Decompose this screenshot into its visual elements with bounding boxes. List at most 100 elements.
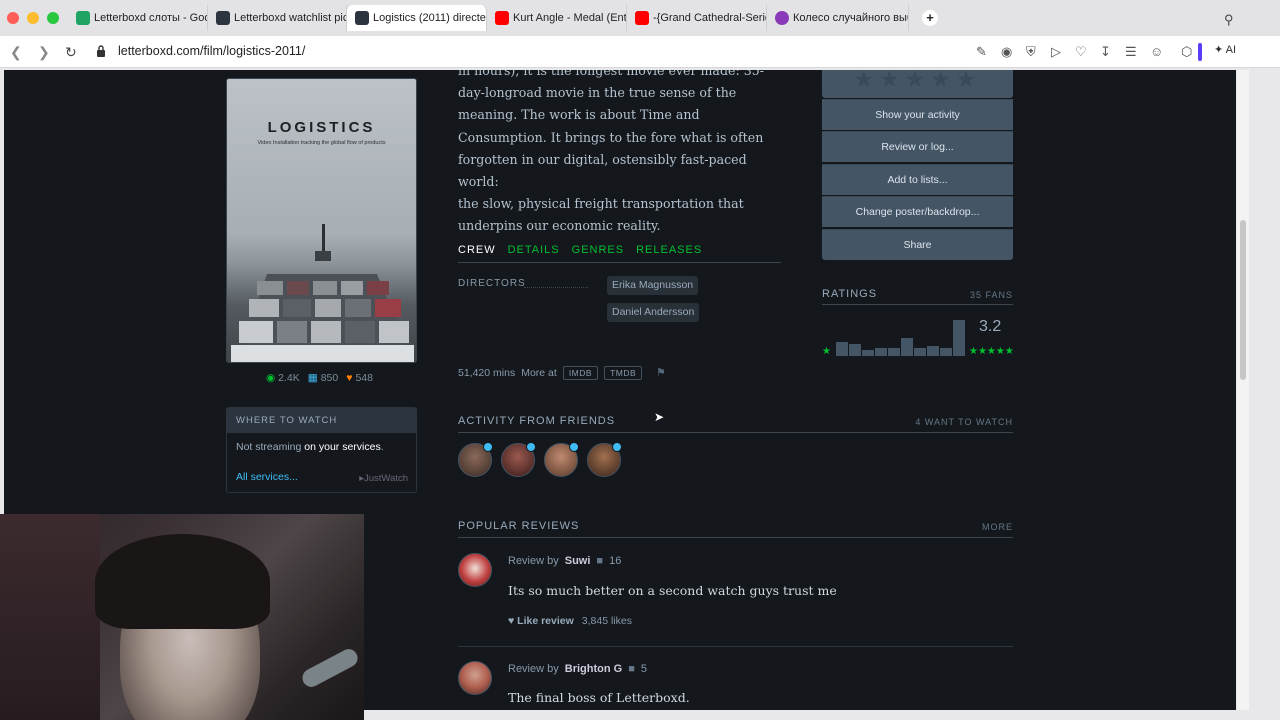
- shield-icon[interactable]: ⛨: [1026, 44, 1036, 60]
- ratings-title: RATINGS: [822, 288, 878, 300]
- review-text[interactable]: Its so much better on a second watch guy…: [508, 583, 837, 598]
- show-activity-button[interactable]: Show your activity: [822, 99, 1013, 130]
- review-divider: [458, 646, 1013, 647]
- rating-stars-input[interactable]: ★★★★★: [822, 70, 1013, 98]
- maximize-window-button[interactable]: [47, 12, 59, 24]
- review-text[interactable]: The final boss of Letterboxd.: [508, 690, 690, 705]
- more-reviews-link[interactable]: MORE: [982, 522, 1013, 532]
- add-to-lists-button[interactable]: Add to lists...: [822, 164, 1013, 195]
- film-poster[interactable]: LOGISTICS Video Installation tracking th…: [226, 78, 417, 363]
- friend-avatar[interactable]: [544, 442, 579, 477]
- comment-icon[interactable]: ■: [628, 663, 635, 675]
- page-scrollbar[interactable]: [1237, 70, 1249, 710]
- histogram-bar[interactable]: [875, 348, 887, 356]
- forward-icon[interactable]: ❯: [38, 44, 50, 61]
- review-by-label: Review by: [508, 663, 559, 675]
- letterboxd-icon: [355, 11, 369, 25]
- average-rating[interactable]: 3.2: [979, 318, 1001, 336]
- histogram-bar[interactable]: [927, 346, 939, 356]
- lists-count[interactable]: ▦ 850: [308, 372, 338, 384]
- scrollbar-thumb[interactable]: [1240, 220, 1246, 380]
- histogram-bar[interactable]: [953, 320, 965, 356]
- back-icon[interactable]: ❮: [10, 44, 22, 61]
- review-meta: Review by Brighton G ■ 5: [508, 663, 647, 675]
- browser-tab[interactable]: Letterboxd слоты - Goog: [68, 5, 208, 31]
- histogram-bar[interactable]: [914, 348, 926, 356]
- share-button[interactable]: Share: [822, 229, 1013, 260]
- director-chip[interactable]: Daniel Andersson: [607, 303, 700, 322]
- browser-tab[interactable]: Kurt Angle - Medal (Entr: [487, 5, 627, 31]
- high-stars-icon: ★★★★★: [969, 346, 1014, 357]
- streaming-status-link[interactable]: on your services: [304, 441, 380, 453]
- ai-label: AI: [1225, 44, 1237, 56]
- ai-button[interactable]: ✦ AI: [1214, 43, 1236, 56]
- all-services-link[interactable]: All services...: [236, 471, 298, 483]
- new-tab-button[interactable]: +: [922, 10, 938, 26]
- histogram-bar[interactable]: [940, 348, 952, 356]
- ratings-header: RATINGS 35 FANS: [822, 288, 1013, 305]
- tab-search-icon[interactable]: ⚲: [1224, 12, 1234, 28]
- runtime-row: 51,420 mins More at IMDB TMDB: [458, 366, 643, 380]
- imdb-link[interactable]: IMDB: [562, 366, 599, 380]
- change-poster-button[interactable]: Change poster/backdrop...: [822, 196, 1013, 227]
- comment-count[interactable]: 5: [641, 663, 647, 675]
- extension-icon[interactable]: ⬡: [1181, 44, 1192, 60]
- review-meta: Review by Suwi ■ 16: [508, 555, 621, 567]
- grid-icon: ▦: [307, 372, 318, 384]
- browser-tab[interactable]: Колесо случайного выб: [767, 5, 909, 31]
- tmdb-link[interactable]: TMDB: [604, 366, 643, 380]
- friend-avatar[interactable]: [587, 442, 622, 477]
- reviewer-avatar[interactable]: [458, 661, 492, 695]
- like-review-button[interactable]: ♥ Like review: [508, 615, 574, 627]
- friend-avatar[interactable]: [458, 442, 493, 477]
- download-icon[interactable]: ↧: [1100, 44, 1111, 60]
- ratings-histogram[interactable]: [836, 316, 968, 356]
- histogram-bar[interactable]: [862, 350, 874, 356]
- histogram-bar[interactable]: [888, 348, 900, 356]
- minimize-window-button[interactable]: [27, 12, 39, 24]
- runtime-text: 51,420 mins: [458, 367, 516, 379]
- likes-count[interactable]: ♥ 548: [346, 372, 373, 384]
- likes-count[interactable]: 3,845 likes: [582, 615, 632, 627]
- reload-icon[interactable]: ↻: [65, 44, 77, 61]
- reviewer-name[interactable]: Brighton G: [565, 663, 622, 675]
- tab-details[interactable]: DETAILS: [508, 244, 560, 262]
- camera-icon[interactable]: ◉: [1001, 44, 1012, 60]
- browser-tab[interactable]: -{Grand Cathedral-Serio: [627, 5, 767, 31]
- url-field[interactable]: letterboxd.com/film/logistics-2011/: [118, 44, 305, 58]
- where-to-watch-title: WHERE TO WATCH: [227, 408, 416, 433]
- histogram-bar[interactable]: [901, 338, 913, 356]
- fans-link[interactable]: 35 FANS: [970, 290, 1013, 300]
- histogram-bar[interactable]: [849, 344, 861, 356]
- film-synopsis: in hours), it is the longest movie ever …: [458, 70, 788, 238]
- comment-count[interactable]: 16: [609, 555, 621, 567]
- streaming-status: Not streaming on your services.: [236, 441, 384, 453]
- browser-tab[interactable]: Letterboxd watchlist pic: [208, 5, 347, 31]
- edit-icon[interactable]: ✎: [976, 44, 987, 60]
- menu-icon[interactable]: ☰: [1125, 44, 1137, 60]
- histogram-bar[interactable]: [836, 342, 848, 356]
- tab-crew[interactable]: CREW: [458, 244, 496, 262]
- watched-count[interactable]: ◉ 2.4K: [266, 372, 300, 384]
- close-window-button[interactable]: [7, 12, 19, 24]
- heart-icon[interactable]: ♡: [1075, 44, 1087, 60]
- comment-icon[interactable]: ■: [596, 555, 603, 567]
- report-flag-icon[interactable]: ⚑: [656, 366, 668, 379]
- browser-tab-active[interactable]: Logistics (2011) directe: [347, 5, 487, 31]
- tab-genres[interactable]: GENRES: [572, 244, 624, 262]
- more-at-label: More at: [521, 367, 557, 379]
- youtube-icon: [495, 11, 509, 25]
- badge-dot: [483, 442, 493, 452]
- tab-releases[interactable]: RELEASES: [636, 244, 702, 262]
- profile-icon[interactable]: ☺: [1150, 44, 1163, 59]
- director-chip[interactable]: Erika Magnusson: [607, 276, 699, 295]
- play-icon[interactable]: ▷: [1051, 44, 1061, 60]
- want-to-watch-count[interactable]: 4 WANT TO WATCH: [915, 417, 1013, 427]
- reviewer-name[interactable]: Suwi: [565, 555, 591, 567]
- friend-avatar[interactable]: [501, 442, 536, 477]
- review-or-log-button[interactable]: Review or log...: [822, 131, 1013, 162]
- film-info-tabs: CREW DETAILS GENRES RELEASES: [458, 244, 781, 263]
- justwatch-logo[interactable]: ▸JustWatch: [359, 473, 408, 484]
- review-by-label: Review by: [508, 555, 559, 567]
- reviewer-avatar[interactable]: [458, 553, 492, 587]
